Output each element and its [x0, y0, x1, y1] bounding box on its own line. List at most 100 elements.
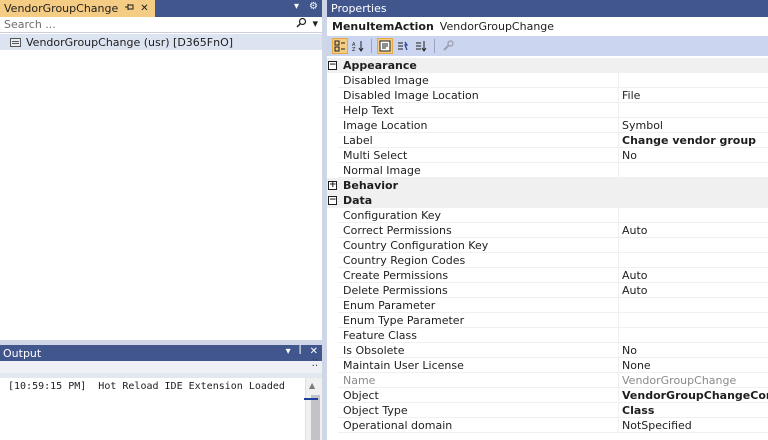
categorized-button[interactable] — [332, 38, 348, 54]
category-name: Appearance — [343, 59, 417, 72]
properties-object-header[interactable]: MenuItemAction VendorGroupChange — [327, 17, 768, 36]
property-row-multi-select[interactable]: Multi Select No — [327, 148, 768, 163]
property-value[interactable] — [618, 253, 768, 268]
chevron-down-icon[interactable]: ▾ — [294, 1, 299, 12]
property-row-enum-type-parameter[interactable]: Enum Type Parameter — [327, 313, 768, 328]
property-name: Correct Permissions — [338, 223, 618, 238]
property-value[interactable] — [618, 208, 768, 223]
property-row-country-region-codes[interactable]: Country Region Codes — [327, 253, 768, 268]
property-value[interactable] — [618, 73, 768, 88]
row-gutter[interactable]: − — [327, 193, 338, 208]
property-value[interactable] — [618, 163, 768, 178]
category-row-appearance[interactable]: − Appearance — [327, 58, 768, 73]
row-gutter — [327, 418, 338, 433]
property-row-configuration-key[interactable]: Configuration Key — [327, 208, 768, 223]
property-row-disabled-image[interactable]: Disabled Image — [327, 73, 768, 88]
property-value[interactable]: Auto — [618, 223, 768, 238]
property-row-operational-domain[interactable]: Operational domain NotSpecified — [327, 418, 768, 433]
row-gutter — [327, 298, 338, 313]
property-value[interactable]: Auto — [618, 268, 768, 283]
property-row-delete-permissions[interactable]: Delete Permissions Auto — [327, 283, 768, 298]
property-value[interactable] — [618, 313, 768, 328]
property-value[interactable]: VendorGroupChangeController — [618, 388, 768, 403]
property-value[interactable]: No — [618, 148, 768, 163]
property-name: Delete Permissions — [338, 283, 618, 298]
category-row-data[interactable]: − Data — [327, 193, 768, 208]
property-value[interactable]: Auto — [618, 283, 768, 298]
property-row-label[interactable]: Label Change vendor group — [327, 133, 768, 148]
pin-icon[interactable] — [124, 3, 134, 14]
svg-text:Z: Z — [352, 47, 356, 52]
row-gutter — [327, 268, 338, 283]
row-gutter[interactable]: − — [327, 58, 338, 73]
output-title: Output — [3, 346, 42, 360]
property-value[interactable]: No — [618, 343, 768, 358]
property-row-feature-class[interactable]: Feature Class — [327, 328, 768, 343]
property-value[interactable] — [618, 103, 768, 118]
property-value[interactable]: NotSpecified — [618, 418, 768, 433]
property-row-normal-image[interactable]: Normal Image — [327, 163, 768, 178]
property-row-is-obsolete[interactable]: Is Obsolete No — [327, 343, 768, 358]
alphabetical-button[interactable]: AZ — [350, 38, 366, 54]
overflow-icon[interactable]: ⁚⁚ — [312, 358, 318, 369]
output-scrollbar[interactable]: ▲ — [305, 378, 322, 440]
row-gutter — [327, 388, 338, 403]
property-value[interactable] — [618, 328, 768, 343]
row-gutter — [327, 103, 338, 118]
property-row-image-location[interactable]: Image Location Symbol — [327, 118, 768, 133]
property-row-name[interactable]: Name VendorGroupChange — [327, 373, 768, 388]
pin-icon[interactable]: ꟾ — [299, 346, 302, 357]
property-row-maintain-user-license[interactable]: Maintain User License None — [327, 358, 768, 373]
gear-icon[interactable]: ⚙ — [309, 1, 318, 12]
scroll-up-icon[interactable]: ▲ — [309, 381, 315, 390]
property-row-correct-permissions[interactable]: Correct Permissions Auto — [327, 223, 768, 238]
property-value[interactable]: VendorGroupChange — [618, 373, 768, 388]
events-button[interactable] — [395, 38, 411, 54]
property-name: Disabled Image — [338, 73, 618, 88]
property-row-object[interactable]: ObjectVendorGroupChangeController — [327, 388, 768, 403]
property-value[interactable]: Change vendor group — [618, 133, 768, 148]
property-row-disabled-image-location[interactable]: Disabled Image Location File — [327, 88, 768, 103]
close-icon[interactable]: ✕ — [310, 346, 318, 357]
tree-item-project[interactable]: VendorGroupChange (usr) [D365FnO] — [0, 34, 322, 50]
close-tab-icon[interactable]: ✕ — [140, 3, 148, 14]
row-gutter — [327, 253, 338, 268]
chevron-down-icon[interactable]: ▾ — [286, 346, 291, 357]
property-name: Create Permissions — [338, 268, 618, 283]
explorer-tab[interactable]: VendorGroupChange ✕ — [0, 0, 155, 17]
property-value[interactable]: File — [618, 88, 768, 103]
property-value[interactable] — [618, 238, 768, 253]
search-options-dropdown-icon[interactable]: ▾ — [312, 17, 318, 31]
row-gutter[interactable]: + — [327, 178, 338, 193]
property-row-help-text[interactable]: Help Text — [327, 103, 768, 118]
toolbar-separator — [371, 39, 372, 53]
property-value[interactable] — [618, 298, 768, 313]
row-gutter — [327, 133, 338, 148]
sort-button[interactable] — [413, 38, 429, 54]
output-titlebar: Output ▾ ꟾ ✕ — [0, 345, 322, 361]
expand-icon[interactable]: + — [328, 181, 337, 190]
search-box[interactable]: Search ... ▾ — [0, 17, 322, 33]
property-value[interactable]: None — [618, 358, 768, 373]
collapse-icon[interactable]: − — [328, 196, 337, 205]
search-icon[interactable] — [296, 17, 307, 31]
solution-explorer-pane: VendorGroupChange ✕ ▾ ⚙ Search ... ▾ Ven… — [0, 0, 322, 340]
property-row-create-permissions[interactable]: Create Permissions Auto — [327, 268, 768, 283]
category-row-behavior[interactable]: + Behavior — [327, 178, 768, 193]
scrollbar-thumb[interactable] — [311, 395, 320, 440]
property-value[interactable]: Class — [618, 403, 768, 418]
property-row-country-configuration-key[interactable]: Country Configuration Key — [327, 238, 768, 253]
wrench-icon[interactable] — [440, 38, 456, 54]
output-text-area[interactable]: [10:59:15 PM] Hot Reload IDE Extension L… — [0, 378, 322, 440]
property-name: Feature Class — [338, 328, 618, 343]
object-type: MenuItemAction — [332, 20, 434, 33]
property-row-object-type[interactable]: Object Type Class — [327, 403, 768, 418]
property-row-enum-parameter[interactable]: Enum Parameter — [327, 298, 768, 313]
row-gutter — [327, 88, 338, 103]
property-value[interactable]: Symbol — [618, 118, 768, 133]
properties-button[interactable] — [377, 38, 393, 54]
search-input[interactable]: Search ... — [4, 18, 56, 31]
properties-toolbar: AZ — [327, 36, 768, 56]
collapse-icon[interactable]: − — [328, 61, 337, 70]
explorer-tab-label: VendorGroupChange — [4, 2, 119, 15]
